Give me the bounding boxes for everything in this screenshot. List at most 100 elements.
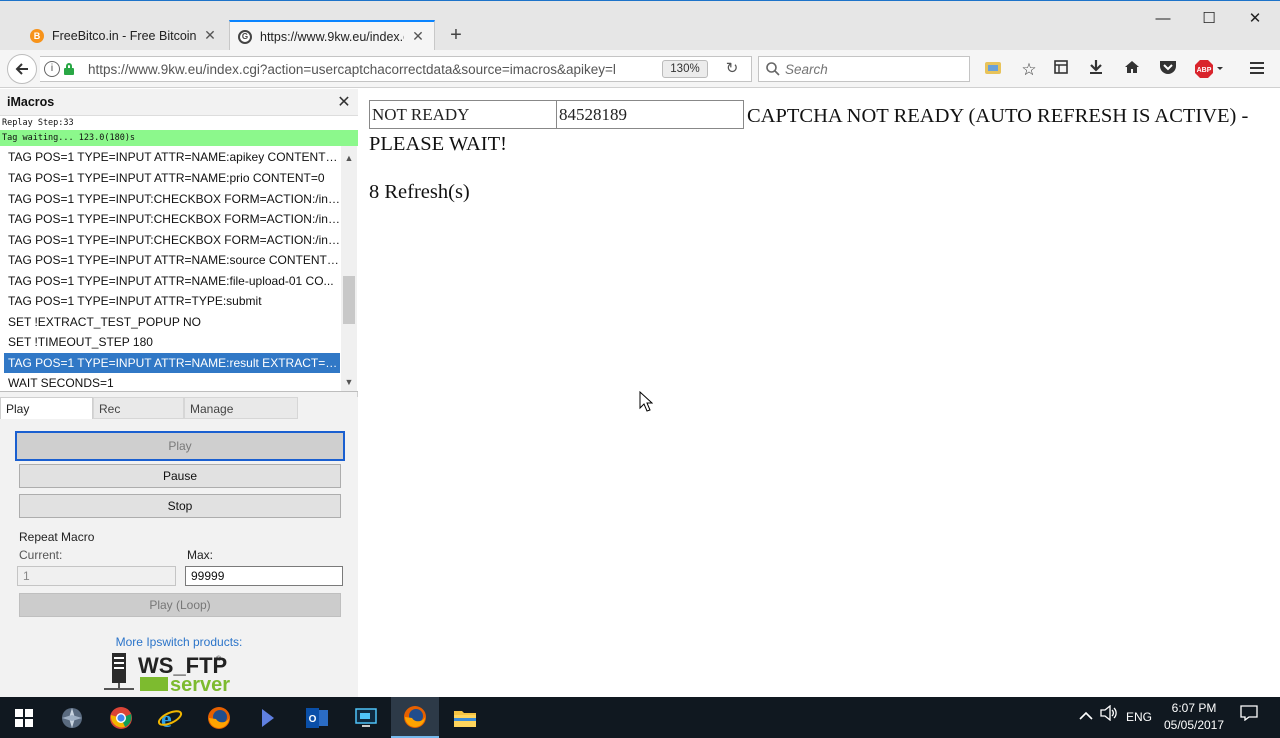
macro-line[interactable]: TAG POS=1 TYPE=INPUT ATTR=NAME:source CO… (4, 250, 340, 270)
pause-button[interactable]: Pause (19, 464, 341, 488)
arrow-left-icon (15, 63, 28, 75)
media-player-icon[interactable] (244, 697, 292, 738)
notifications-icon[interactable] (1236, 697, 1262, 738)
repeat-macro-label: Repeat Macro (19, 530, 95, 544)
windows-start-icon[interactable] (0, 697, 48, 738)
search-input[interactable] (785, 60, 965, 78)
info-icon[interactable]: i (44, 61, 60, 77)
language-indicator[interactable]: ENG (1122, 697, 1156, 738)
minimize-button[interactable]: — (1140, 7, 1186, 31)
volume-icon[interactable] (1098, 697, 1120, 738)
macro-line[interactable]: SET !EXTRACT_TEST_POPUP NO (4, 312, 340, 332)
zoom-indicator[interactable]: 130% (662, 60, 708, 78)
close-tab-icon[interactable]: ✕ (202, 27, 218, 44)
chrome-icon[interactable] (97, 697, 145, 738)
tag-waiting-status: Tag waiting... 123.0(180)s (0, 130, 358, 146)
close-sidebar-icon[interactable]: ✕ (336, 92, 352, 111)
outlook-icon[interactable]: O (293, 697, 341, 738)
browser-tab-strip: B FreeBitco.in - Free Bitcoin F ✕ G http… (0, 0, 1280, 51)
home-icon[interactable] (1121, 59, 1143, 81)
search-bar[interactable] (758, 56, 970, 82)
sidebar-title: iMacros (7, 95, 55, 109)
search-icon (766, 62, 780, 76)
tab-manage[interactable]: Manage (184, 397, 298, 419)
pocket-icon[interactable] (1157, 59, 1179, 81)
adblock-plus-icon[interactable]: ABP (1194, 59, 1226, 81)
replay-step: Replay Step:33 (0, 115, 358, 130)
svg-text:®: ® (216, 655, 222, 663)
clock-date: 05/05/2017 (1163, 718, 1225, 732)
macro-line[interactable]: TAG POS=1 TYPE=INPUT ATTR=TYPE:submit (4, 291, 340, 311)
sidebar-header: iMacros ✕ (0, 89, 358, 115)
compass-app-icon[interactable] (48, 697, 96, 738)
imacros-toolbar-icon[interactable] (982, 59, 1004, 81)
reload-icon[interactable]: ↻ (722, 59, 742, 79)
macro-line[interactable]: TAG POS=1 TYPE=INPUT ATTR=NAME:apikey CO… (4, 147, 340, 167)
captcha-status-table: NOT READY 84528189 (369, 100, 744, 129)
scroll-down-icon[interactable]: ▼ (341, 374, 357, 390)
play-panel: Play Pause Stop Repeat Macro Current: Ma… (0, 419, 358, 697)
macro-line[interactable]: TAG POS=1 TYPE=INPUT:CHECKBOX FORM=ACTIO… (4, 189, 340, 209)
macro-line[interactable]: WAIT SECONDS=1 (4, 373, 340, 391)
file-explorer-icon[interactable] (441, 697, 489, 738)
imacros-tabs: Play Rec Manage (0, 397, 358, 419)
bookmark-star-icon[interactable]: ☆ (1018, 59, 1040, 81)
imacros-sidebar: iMacros ✕ Replay Step:33 Tag waiting... … (0, 89, 358, 697)
macro-line-selected[interactable]: TAG POS=1 TYPE=INPUT ATTR=NAME:result EX… (4, 353, 340, 373)
refresh-count: 8 Refresh(s) (369, 181, 470, 203)
bookmarks-library-icon[interactable] (1050, 59, 1072, 81)
url-text[interactable]: https://www.9kw.eu/index.cgi?action=user… (88, 62, 648, 77)
remote-desktop-icon[interactable] (342, 697, 390, 738)
tray-chevron-up-icon[interactable] (1076, 697, 1096, 738)
web-page-content: CAPTCHA NOT READY (AUTO REFRESH IS ACTIV… (359, 89, 1280, 697)
windows-taskbar: e O ENG 6:07 PM 05/05/2017 (0, 697, 1280, 738)
ws-ftp-logo[interactable]: WS_FTP ® server (104, 651, 244, 697)
macro-list-scrollbar[interactable]: ▲ ▼ (341, 146, 357, 391)
new-tab-button[interactable]: + (444, 23, 468, 47)
current-field: 1 (17, 566, 176, 586)
macro-line[interactable]: TAG POS=1 TYPE=INPUT ATTR=NAME:prio CONT… (4, 168, 340, 188)
firefox-active-icon[interactable] (391, 697, 439, 738)
9kw-icon: G (238, 29, 252, 44)
download-icon[interactable] (1085, 59, 1107, 81)
macro-line[interactable]: SET !TIMEOUT_STEP 180 (4, 332, 340, 352)
scroll-up-icon[interactable]: ▲ (341, 150, 357, 166)
max-field[interactable]: 99999 (185, 566, 343, 586)
macro-code-list[interactable]: TAG POS=1 TYPE=INPUT ATTR=NAME:apikey CO… (0, 146, 358, 392)
macro-line[interactable]: TAG POS=1 TYPE=INPUT:CHECKBOX FORM=ACTIO… (4, 230, 340, 250)
play-loop-button[interactable]: Play (Loop) (19, 593, 341, 617)
firefox-icon[interactable] (195, 697, 243, 738)
clock-time: 6:07 PM (1171, 701, 1217, 715)
svg-text:e: e (161, 707, 172, 730)
current-label: Current: (19, 548, 63, 562)
mouse-cursor-icon (639, 391, 653, 412)
bitcoin-icon: B (30, 28, 44, 43)
svg-text:server: server (170, 674, 230, 696)
lock-icon (64, 63, 74, 75)
macro-line[interactable]: TAG POS=1 TYPE=INPUT:CHECKBOX FORM=ACTIO… (4, 209, 340, 229)
maximize-button[interactable]: ☐ (1186, 7, 1232, 31)
tab-freebitco[interactable]: B FreeBitco.in - Free Bitcoin F ✕ (22, 20, 226, 51)
tab-title: https://www.9kw.eu/index.cg (260, 29, 404, 44)
system-clock[interactable]: 6:07 PM 05/05/2017 (1160, 700, 1228, 734)
more-products-link[interactable]: More Ipswitch products: (0, 635, 358, 649)
stop-button[interactable]: Stop (19, 494, 341, 518)
hamburger-menu-icon[interactable] (1246, 59, 1268, 81)
url-bar[interactable]: i https://www.9kw.eu/index.cgi?action=us… (40, 56, 752, 82)
navigation-toolbar: i https://www.9kw.eu/index.cgi?action=us… (0, 50, 1280, 88)
scrollbar-thumb[interactable] (343, 276, 355, 324)
tab-title: FreeBitco.in - Free Bitcoin F (52, 28, 196, 43)
tab-play[interactable]: Play (0, 397, 93, 419)
close-window-button[interactable]: ✕ (1232, 7, 1278, 31)
play-button[interactable]: Play (15, 431, 345, 461)
max-label: Max: (187, 548, 214, 562)
status-cell: NOT READY (369, 100, 557, 129)
tab-rec[interactable]: Rec (93, 397, 184, 419)
macro-line[interactable]: TAG POS=1 TYPE=INPUT ATTR=NAME:file-uplo… (4, 271, 340, 291)
captcha-id-cell: 84528189 (556, 100, 744, 129)
back-button[interactable] (7, 54, 37, 84)
internet-explorer-icon[interactable]: e (146, 697, 194, 738)
close-tab-icon[interactable]: ✕ (410, 28, 426, 45)
svg-text:O: O (309, 714, 317, 725)
tab-9kw[interactable]: G https://www.9kw.eu/index.cg ✕ (229, 20, 435, 51)
